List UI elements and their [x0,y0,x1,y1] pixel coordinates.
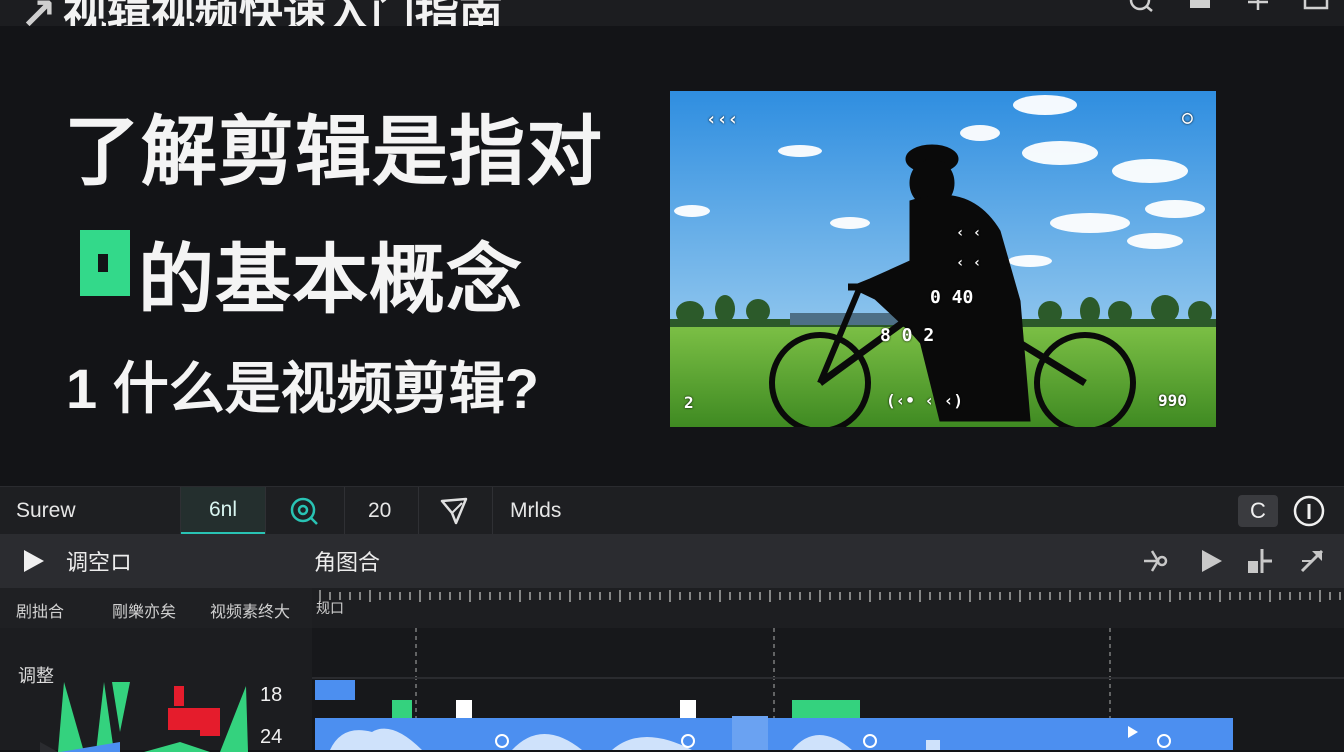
divider [265,487,266,535]
overlay-top-left: ‹‹‹ [706,109,739,130]
category-tab-1[interactable]: 剧拙合 [16,598,64,622]
pin-icon[interactable] [1244,0,1272,18]
play-clip-icon[interactable] [1198,534,1224,588]
overlay-top-right: ○ [1182,107,1193,128]
window-controls [1128,0,1330,18]
timeline-ruler[interactable]: 规口 [312,588,1344,628]
waveform-graphic [40,682,248,752]
toolbar-tab-active[interactable]: 6nl [181,487,265,535]
accent-marker [80,230,130,296]
category-tab-2[interactable]: 剛樂亦矣 [112,598,176,622]
overlay-mid4: 8 0 2 [880,325,935,346]
split-icon[interactable] [1142,534,1170,588]
timeline-header: 调空ロ 角图合 [0,534,1344,588]
adjust-value-2: 24 [260,726,283,748]
slide-heading-line1: 了解剪辑是指对 [64,110,603,195]
ruler-label: 规口 [316,600,344,616]
pen-icon[interactable] [438,487,470,535]
overlay-mid3: 0 40 [930,287,974,308]
overlay-mid2: ‹ ‹ [956,255,982,271]
timeline-tracks[interactable] [312,628,1344,750]
toolbar-item-surew[interactable]: Surew [16,487,76,535]
divider [492,487,493,535]
slide-heading-line2: 的基本概念 [138,238,523,323]
search-zoom-icon[interactable] [288,487,320,535]
overlay-bottom-right: 990 [1158,391,1187,410]
trim-icon[interactable] [1246,534,1274,588]
toolbar-value-20[interactable]: 20 [368,487,391,535]
slide-subheading: 1 什么是视频剪辑? [66,357,539,420]
play-icon[interactable] [20,534,46,588]
timeline-label-left: 调空ロ [66,550,133,575]
video-preview-image[interactable]: ‹‹‹ ○ ‹ ‹ ‹ ‹ 0 40 8 0 2 2 (‹• ‹ ‹) 990 [670,91,1216,427]
clip-main-video[interactable] [315,718,1233,750]
tracks-graphic [312,628,1344,750]
divider [418,487,419,535]
info-icon[interactable] [1292,487,1326,535]
divider [344,487,345,535]
window-title: ↗ 视辑视频快速入门指南 [20,0,503,26]
track-category-row: 剧拙合 剛樂亦矣 视频素终大 [0,588,312,628]
toolbar-item-mrlds[interactable]: Mrlds [510,487,561,535]
clip-small-blue[interactable] [315,680,355,700]
maximize-icon[interactable] [1302,0,1330,18]
overlay-bottom-center: (‹• ‹ ‹) [886,391,964,410]
timeline-label-center: 角图合 [314,550,381,575]
category-tab-3[interactable]: 视频素终大 [210,598,290,622]
title-bar: ↗ 视辑视频快速入门指南 [0,0,1344,26]
cyclist-illustration [670,91,1216,427]
search-icon[interactable] [1128,0,1156,18]
overlay-mid1: ‹ ‹ [956,225,982,241]
preview-canvas: 了解剪辑是指对 的基本概念 1 什么是视频剪辑? ‹‹‹ ○ ‹ ‹ ‹ ‹ 0… [0,26,1344,486]
editor-toolbar: Surew 6nl 20 Mrlds C [0,486,1344,535]
toolbar-c-label: C [1250,498,1266,523]
menu-icon[interactable] [1186,0,1214,18]
expand-icon[interactable] [1298,534,1326,588]
overlay-bottom-left: 2 [684,393,694,412]
ruler-ticks [319,590,1341,602]
adjust-panel: 调整 18 24 [0,628,312,752]
title-arrow-icon: ↗ [20,0,57,26]
window-title-text: 视辑视频快速入门指南 [62,0,503,26]
toolbar-c-button[interactable]: C [1238,495,1278,527]
adjust-value-1: 18 [260,684,283,706]
